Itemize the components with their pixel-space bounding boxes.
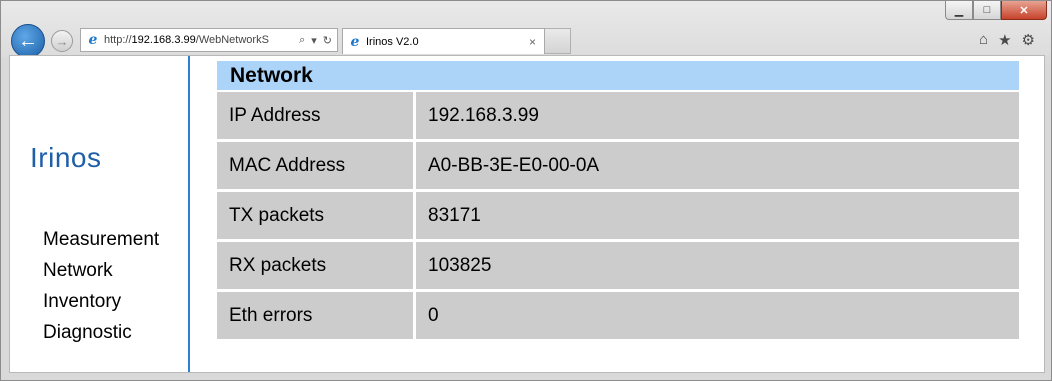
browser-window: ▁ □ ✕ ← → e http://192.168.3.99/WebNetwo… xyxy=(0,0,1052,381)
row-value: 103825 xyxy=(416,242,1019,292)
row-value: 0 xyxy=(416,292,1019,342)
ie-icon: e xyxy=(88,32,98,48)
chevron-down-icon[interactable]: ▾ xyxy=(311,34,317,47)
refresh-icon[interactable]: ↻ xyxy=(323,34,332,47)
sidebar-nav: Measurement Network Inventory Diagnostic xyxy=(43,224,159,348)
home-icon[interactable]: ⌂ xyxy=(979,31,988,49)
search-icon[interactable]: ⌕ xyxy=(299,34,305,47)
sidebar-item-measurement[interactable]: Measurement xyxy=(43,224,159,255)
gear-icon[interactable]: ⚙ xyxy=(1022,31,1035,49)
sidebar-item-network[interactable]: Network xyxy=(43,255,159,286)
row-label: RX packets xyxy=(217,242,416,292)
close-tab-icon[interactable]: × xyxy=(529,35,544,49)
arrow-left-icon: ← xyxy=(18,29,38,52)
forward-button[interactable]: → xyxy=(51,30,73,52)
browser-toolbar-icons: ⌂ ★ ⚙ xyxy=(979,31,1035,49)
logo: Irinos xyxy=(30,142,102,173)
table-row: Eth errors 0 xyxy=(217,292,1019,342)
network-table: IP Address 192.168.3.99 MAC Address A0-B… xyxy=(217,92,1019,342)
address-url[interactable]: http://192.168.3.99/WebNetworkS xyxy=(104,34,299,46)
close-window-button[interactable]: ✕ xyxy=(1001,1,1047,20)
back-button[interactable]: ← xyxy=(11,24,45,58)
arrow-right-icon: → xyxy=(55,33,69,49)
row-value: 192.168.3.99 xyxy=(416,92,1019,142)
table-row: MAC Address A0-BB-3E-E0-00-0A xyxy=(217,142,1019,192)
section-title: Network xyxy=(217,61,1019,90)
new-tab-button[interactable] xyxy=(545,28,571,54)
tab-irinos[interactable]: e Irinos V2.0 × xyxy=(342,28,545,54)
ie-icon: e xyxy=(350,33,360,50)
row-label: Eth errors xyxy=(217,292,416,342)
star-icon[interactable]: ★ xyxy=(998,31,1011,49)
tab-title: Irinos V2.0 xyxy=(366,35,419,48)
browser-chrome: ▁ □ ✕ ← → e http://192.168.3.99/WebNetwo… xyxy=(1,1,1051,58)
page-viewport: Irinos Measurement Network Inventory Dia… xyxy=(9,55,1045,373)
address-bar[interactable]: e http://192.168.3.99/WebNetworkS ⌕ ▾ ↻ xyxy=(80,28,338,52)
table-row: IP Address 192.168.3.99 xyxy=(217,92,1019,142)
row-label: IP Address xyxy=(217,92,416,142)
sidebar-item-inventory[interactable]: Inventory xyxy=(43,286,159,317)
url-path: /WebNetworkS xyxy=(195,34,269,46)
minimize-button[interactable]: ▁ xyxy=(945,1,973,20)
row-value: 83171 xyxy=(416,192,1019,242)
table-row: RX packets 103825 xyxy=(217,242,1019,292)
row-value: A0-BB-3E-E0-00-0A xyxy=(416,142,1019,192)
main-content: Network IP Address 192.168.3.99 MAC Addr… xyxy=(217,61,1019,342)
table-row: TX packets 83171 xyxy=(217,192,1019,242)
url-host: 192.168.3.99 xyxy=(131,34,196,46)
row-label: TX packets xyxy=(217,192,416,242)
sidebar: Irinos Measurement Network Inventory Dia… xyxy=(10,56,190,372)
window-controls: ▁ □ ✕ xyxy=(945,1,1047,21)
row-label: MAC Address xyxy=(217,142,416,192)
url-scheme: http:// xyxy=(104,34,132,46)
sidebar-item-diagnostic[interactable]: Diagnostic xyxy=(43,317,159,348)
maximize-button[interactable]: □ xyxy=(973,1,1001,20)
